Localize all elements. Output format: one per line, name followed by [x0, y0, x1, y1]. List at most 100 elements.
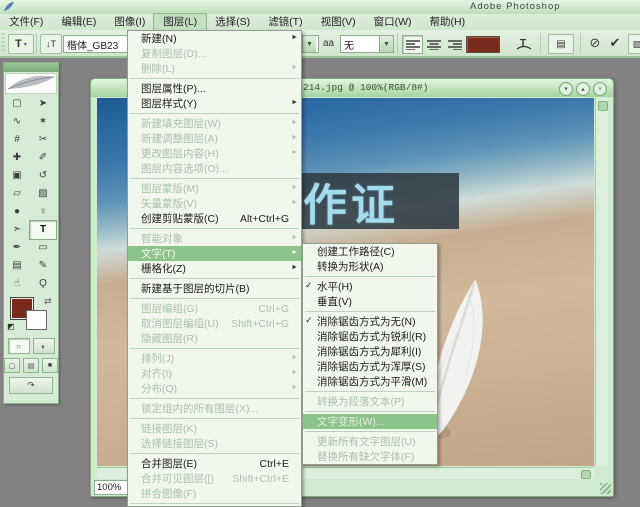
layer-menu-item[interactable]: 文字(T)►: [128, 246, 301, 261]
pen-tool[interactable]: ✒: [4, 239, 30, 257]
zoom-tool[interactable]: Ϙ: [30, 275, 56, 293]
menu-item-label: 排列(J): [141, 351, 174, 366]
menubar-item[interactable]: 窗口(W): [365, 14, 421, 30]
rectangular-marquee-tool[interactable]: ▢: [4, 95, 30, 113]
hand-tool[interactable]: ☝: [4, 275, 30, 293]
blur-tool-icon: ●: [14, 206, 20, 217]
gradient-tool[interactable]: ▨: [30, 185, 56, 203]
image-icon: ▧: [633, 39, 640, 50]
eraser-tool[interactable]: ▱: [4, 185, 30, 203]
type-submenu-item[interactable]: ✓消除锯齿方式为无(N): [303, 314, 437, 329]
submenu-arrow-icon: ►: [291, 149, 298, 156]
close-button[interactable]: ×: [593, 82, 607, 96]
vertical-scrollbar[interactable]: [595, 98, 608, 466]
layer-menu-item[interactable]: 创建剪贴蒙版(C)Alt+Ctrl+G: [128, 211, 301, 226]
magic-wand-tool[interactable]: ✶: [30, 113, 56, 131]
minimize-button[interactable]: ▾: [559, 82, 573, 96]
layer-menu-item[interactable]: 新建基于图层的切片(B): [128, 281, 301, 296]
blur-tool[interactable]: ●: [4, 203, 30, 221]
swap-colors-icon[interactable]: ⇄: [44, 296, 52, 307]
menu-item-label: 选择链接图层(S): [141, 436, 218, 451]
type-submenu-item[interactable]: ✓水平(H): [303, 279, 437, 294]
layer-menu-item[interactable]: 新建(N)►: [128, 31, 301, 46]
layer-menu-item[interactable]: 合并图层(E)Ctrl+E: [128, 456, 301, 471]
menu-item-label: 图层内容选项(O)...: [141, 161, 228, 176]
toolbox-title-bar[interactable]: [4, 63, 58, 72]
menubar-item[interactable]: 帮助(H): [421, 14, 475, 30]
tool-preset-button[interactable]: T▾: [8, 34, 34, 54]
text-color-swatch[interactable]: [466, 36, 500, 53]
align-right-button[interactable]: [444, 35, 465, 54]
commit-edits-button[interactable]: ✔: [606, 34, 624, 52]
fullscreen-menubar-button[interactable]: ▤: [23, 358, 39, 373]
submenu-arrow-icon: ►: [291, 64, 298, 71]
cancel-icon: ⊘: [590, 35, 601, 51]
text-orientation-toggle[interactable]: ↓T: [40, 34, 62, 54]
quick-mask-mode-button[interactable]: ◐: [33, 338, 55, 354]
menu-item-label: 删除(L): [141, 61, 175, 76]
layer-menu-item: 链接图层(K): [128, 421, 301, 436]
default-colors-icon[interactable]: ◩: [7, 322, 15, 331]
layer-menu-item[interactable]: 图层样式(Y)►: [128, 96, 301, 111]
menubar-item[interactable]: 图像(I): [105, 14, 154, 30]
shape-tool[interactable]: ▭: [30, 239, 56, 257]
eyedropper-tool[interactable]: ✎: [30, 257, 56, 275]
type-submenu-item[interactable]: 垂直(V): [303, 294, 437, 309]
menubar-item[interactable]: 滤镜(T): [259, 14, 311, 30]
brush-tool[interactable]: ✐: [30, 149, 56, 167]
clone-stamp-tool[interactable]: ▣: [4, 167, 30, 185]
type-submenu-item[interactable]: 创建工作路径(C): [303, 244, 437, 259]
type-submenu-item[interactable]: 消除锯齿方式为平滑(M): [303, 374, 437, 389]
history-brush-tool[interactable]: ↺: [30, 167, 56, 185]
notes-tool[interactable]: ▤: [4, 257, 30, 275]
warp-text-button[interactable]: T: [512, 34, 536, 54]
options-bar-grip[interactable]: [1, 33, 5, 53]
type-submenu-item[interactable]: 转换为形状(A): [303, 259, 437, 274]
docked-palette-button[interactable]: ▧: [628, 34, 640, 54]
menubar-item[interactable]: 视图(V): [312, 14, 365, 30]
menubar-item[interactable]: 图层(L): [154, 14, 206, 30]
submenu-arrow-icon: ►: [291, 184, 298, 191]
background-color-swatch[interactable]: [26, 310, 47, 330]
submenu-arrow-icon: ►: [291, 234, 298, 241]
menubar-item[interactable]: 文件(F): [0, 14, 52, 30]
move-tool[interactable]: ➤: [30, 95, 56, 113]
type-submenu-item[interactable]: 消除锯齿方式为浑厚(S): [303, 359, 437, 374]
submenu-arrow-icon: ►: [291, 199, 298, 206]
standard-mode-button[interactable]: ○: [8, 338, 30, 354]
align-center-button[interactable]: [423, 35, 444, 54]
fullscreen-button[interactable]: ■: [42, 358, 58, 373]
scrollbar-thumb[interactable]: [598, 101, 608, 111]
dodge-tool[interactable]: ♀: [30, 203, 56, 221]
path-selection-tool[interactable]: ➣: [4, 221, 30, 239]
type-submenu-item[interactable]: 消除锯齿方式为锐利(R): [303, 329, 437, 344]
scrollbar-thumb[interactable]: [581, 470, 591, 479]
type-tool[interactable]: T: [30, 221, 56, 239]
adobe-feather-logo[interactable]: [5, 73, 57, 94]
anti-alias-combobox[interactable]: 无 ▼: [340, 35, 394, 53]
toggle-palettes-button[interactable]: ▤: [548, 34, 574, 54]
align-left-button[interactable]: [402, 35, 423, 54]
lasso-tool[interactable]: ∿: [4, 113, 30, 131]
align-center-icon: [427, 40, 441, 50]
jump-to-imageready-button[interactable]: ↷: [9, 377, 53, 394]
menu-item-shortcut: Ctrl+E: [254, 458, 297, 470]
slice-tool[interactable]: ✂: [30, 131, 56, 149]
move-tool-icon: ➤: [39, 98, 47, 109]
chevron-down-icon[interactable]: ▼: [379, 36, 393, 52]
healing-brush-tool[interactable]: ✚: [4, 149, 30, 167]
font-size-combobox-arrow[interactable]: ▼: [301, 35, 319, 53]
resize-grip[interactable]: [600, 483, 611, 494]
cancel-edits-button[interactable]: ⊘: [586, 34, 604, 52]
standard-screen-button[interactable]: ▢: [4, 358, 20, 373]
layer-menu-item[interactable]: 图层属性(P)...: [128, 81, 301, 96]
crop-tool[interactable]: #: [4, 131, 30, 149]
menubar-item[interactable]: 选择(S): [206, 14, 259, 30]
layer-menu-item[interactable]: 栅格化(Z)►: [128, 261, 301, 276]
chevron-down-icon[interactable]: ▼: [302, 36, 316, 52]
menubar-item[interactable]: 编辑(E): [52, 14, 105, 30]
type-submenu-item[interactable]: 消除锯齿方式为犀利(I): [303, 344, 437, 359]
layer-menu-item: 智能对象►: [128, 231, 301, 246]
maximize-button[interactable]: ▴: [576, 82, 590, 96]
eraser-tool-icon: ▱: [13, 188, 21, 199]
